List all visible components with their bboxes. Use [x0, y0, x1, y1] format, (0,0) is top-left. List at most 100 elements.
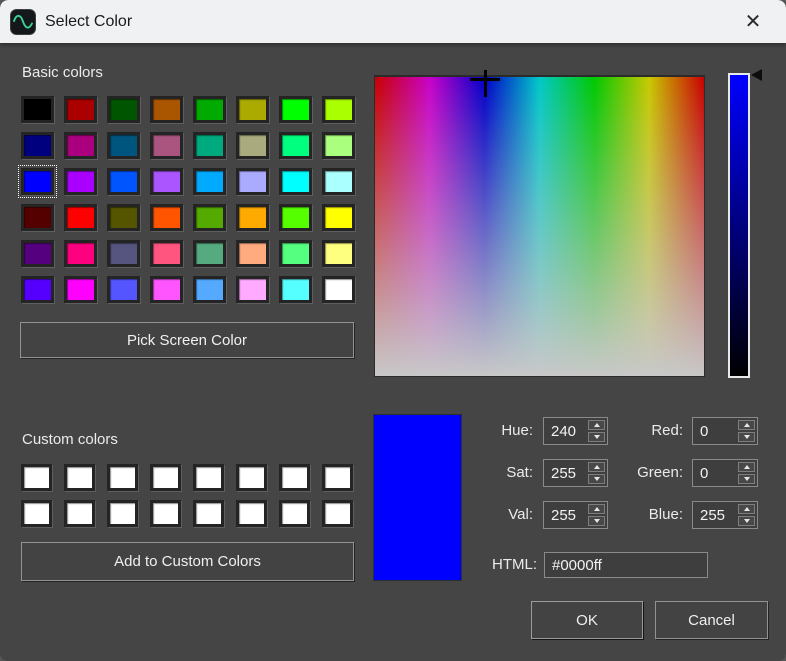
basic-color-swatch[interactable]	[150, 96, 183, 123]
blue-spin-buttons	[736, 502, 757, 528]
hue-input[interactable]	[544, 418, 586, 444]
blue-spin-down-icon[interactable]	[738, 516, 755, 526]
sat-input[interactable]	[544, 460, 586, 486]
green-spin-up-icon[interactable]	[738, 462, 755, 472]
ok-button[interactable]: OK	[531, 601, 643, 639]
close-icon[interactable]: ✕	[734, 5, 772, 38]
basic-color-swatch[interactable]	[150, 132, 183, 159]
basic-color-swatch[interactable]	[236, 96, 269, 123]
basic-color-swatch[interactable]	[64, 204, 97, 231]
basic-color-swatch[interactable]	[322, 204, 355, 231]
basic-color-swatch[interactable]	[236, 168, 269, 195]
basic-color-swatch[interactable]	[236, 276, 269, 303]
basic-color-swatch[interactable]	[279, 168, 312, 195]
basic-color-swatch[interactable]	[150, 168, 183, 195]
custom-color-swatch[interactable]	[150, 464, 181, 491]
custom-color-swatch[interactable]	[21, 464, 52, 491]
add-to-custom-colors-button[interactable]: Add to Custom Colors	[21, 542, 354, 581]
val-input[interactable]	[544, 502, 586, 528]
basic-color-swatch[interactable]	[236, 132, 269, 159]
blue-input[interactable]	[693, 502, 736, 528]
basic-color-swatch[interactable]	[193, 168, 226, 195]
basic-color-swatch[interactable]	[107, 204, 140, 231]
blue-label: Blue:	[583, 501, 683, 529]
basic-color-swatch[interactable]	[279, 276, 312, 303]
basic-color-swatch[interactable]	[236, 204, 269, 231]
red-spin-buttons	[736, 418, 757, 444]
basic-color-swatch[interactable]	[150, 276, 183, 303]
green-spin-down-icon[interactable]	[738, 474, 755, 484]
basic-color-swatch[interactable]	[64, 240, 97, 267]
basic-color-swatch[interactable]	[107, 240, 140, 267]
red-spin-down-icon[interactable]	[738, 432, 755, 442]
red-input[interactable]	[693, 418, 736, 444]
custom-color-swatch[interactable]	[193, 464, 224, 491]
value-slider[interactable]	[728, 73, 750, 378]
custom-colors-grid	[21, 464, 353, 527]
green-input[interactable]	[693, 460, 736, 486]
basic-color-swatch[interactable]	[236, 240, 269, 267]
basic-color-swatch[interactable]	[21, 204, 54, 231]
cancel-button[interactable]: Cancel	[655, 601, 768, 639]
basic-color-swatch[interactable]	[107, 168, 140, 195]
basic-color-swatch[interactable]	[150, 204, 183, 231]
custom-color-swatch[interactable]	[236, 500, 267, 527]
hue-saturation-field[interactable]	[374, 75, 705, 377]
custom-color-swatch[interactable]	[236, 464, 267, 491]
custom-color-swatch[interactable]	[21, 500, 52, 527]
custom-color-swatch[interactable]	[64, 500, 95, 527]
pick-screen-color-button[interactable]: Pick Screen Color	[20, 322, 354, 358]
basic-color-swatch[interactable]	[107, 132, 140, 159]
green-spinbox	[692, 459, 758, 487]
basic-color-swatch[interactable]	[279, 132, 312, 159]
red-spinbox	[692, 417, 758, 445]
basic-color-swatch[interactable]	[21, 168, 54, 195]
basic-color-swatch[interactable]	[279, 96, 312, 123]
basic-color-swatch[interactable]	[64, 132, 97, 159]
basic-colors-grid	[21, 96, 355, 303]
basic-color-swatch[interactable]	[322, 168, 355, 195]
value-slider-arrow-icon[interactable]	[751, 69, 762, 81]
basic-color-swatch[interactable]	[322, 132, 355, 159]
custom-color-swatch[interactable]	[322, 500, 353, 527]
basic-color-swatch[interactable]	[107, 96, 140, 123]
custom-color-swatch[interactable]	[107, 500, 138, 527]
basic-color-swatch[interactable]	[21, 96, 54, 123]
basic-color-swatch[interactable]	[150, 240, 183, 267]
basic-color-swatch[interactable]	[21, 132, 54, 159]
basic-color-swatch[interactable]	[193, 132, 226, 159]
app-sine-wave-icon	[10, 9, 36, 35]
basic-color-swatch[interactable]	[21, 276, 54, 303]
basic-color-swatch[interactable]	[107, 276, 140, 303]
custom-color-swatch[interactable]	[64, 464, 95, 491]
hue-label: Hue:	[433, 417, 533, 445]
basic-color-swatch[interactable]	[193, 96, 226, 123]
green-spin-buttons	[736, 460, 757, 486]
basic-color-swatch[interactable]	[279, 204, 312, 231]
red-spin-up-icon[interactable]	[738, 420, 755, 430]
titlebar: Select Color ✕	[0, 0, 786, 43]
basic-color-swatch[interactable]	[64, 96, 97, 123]
basic-color-swatch[interactable]	[279, 240, 312, 267]
basic-color-swatch[interactable]	[21, 240, 54, 267]
basic-color-swatch[interactable]	[193, 276, 226, 303]
basic-color-swatch[interactable]	[193, 240, 226, 267]
red-label: Red:	[583, 417, 683, 445]
custom-color-swatch[interactable]	[107, 464, 138, 491]
basic-color-swatch[interactable]	[322, 96, 355, 123]
select-color-dialog: Select Color ✕ Basic colors Pick Screen …	[0, 0, 786, 661]
custom-color-swatch[interactable]	[193, 500, 224, 527]
custom-color-swatch[interactable]	[279, 500, 310, 527]
basic-color-swatch[interactable]	[193, 204, 226, 231]
basic-color-swatch[interactable]	[64, 276, 97, 303]
html-color-input[interactable]	[544, 552, 708, 578]
blue-spin-up-icon[interactable]	[738, 504, 755, 514]
basic-color-swatch[interactable]	[322, 276, 355, 303]
blue-spinbox	[692, 501, 758, 529]
custom-color-swatch[interactable]	[279, 464, 310, 491]
window-title: Select Color	[45, 13, 132, 31]
custom-color-swatch[interactable]	[322, 464, 353, 491]
basic-color-swatch[interactable]	[64, 168, 97, 195]
custom-color-swatch[interactable]	[150, 500, 181, 527]
basic-color-swatch[interactable]	[322, 240, 355, 267]
